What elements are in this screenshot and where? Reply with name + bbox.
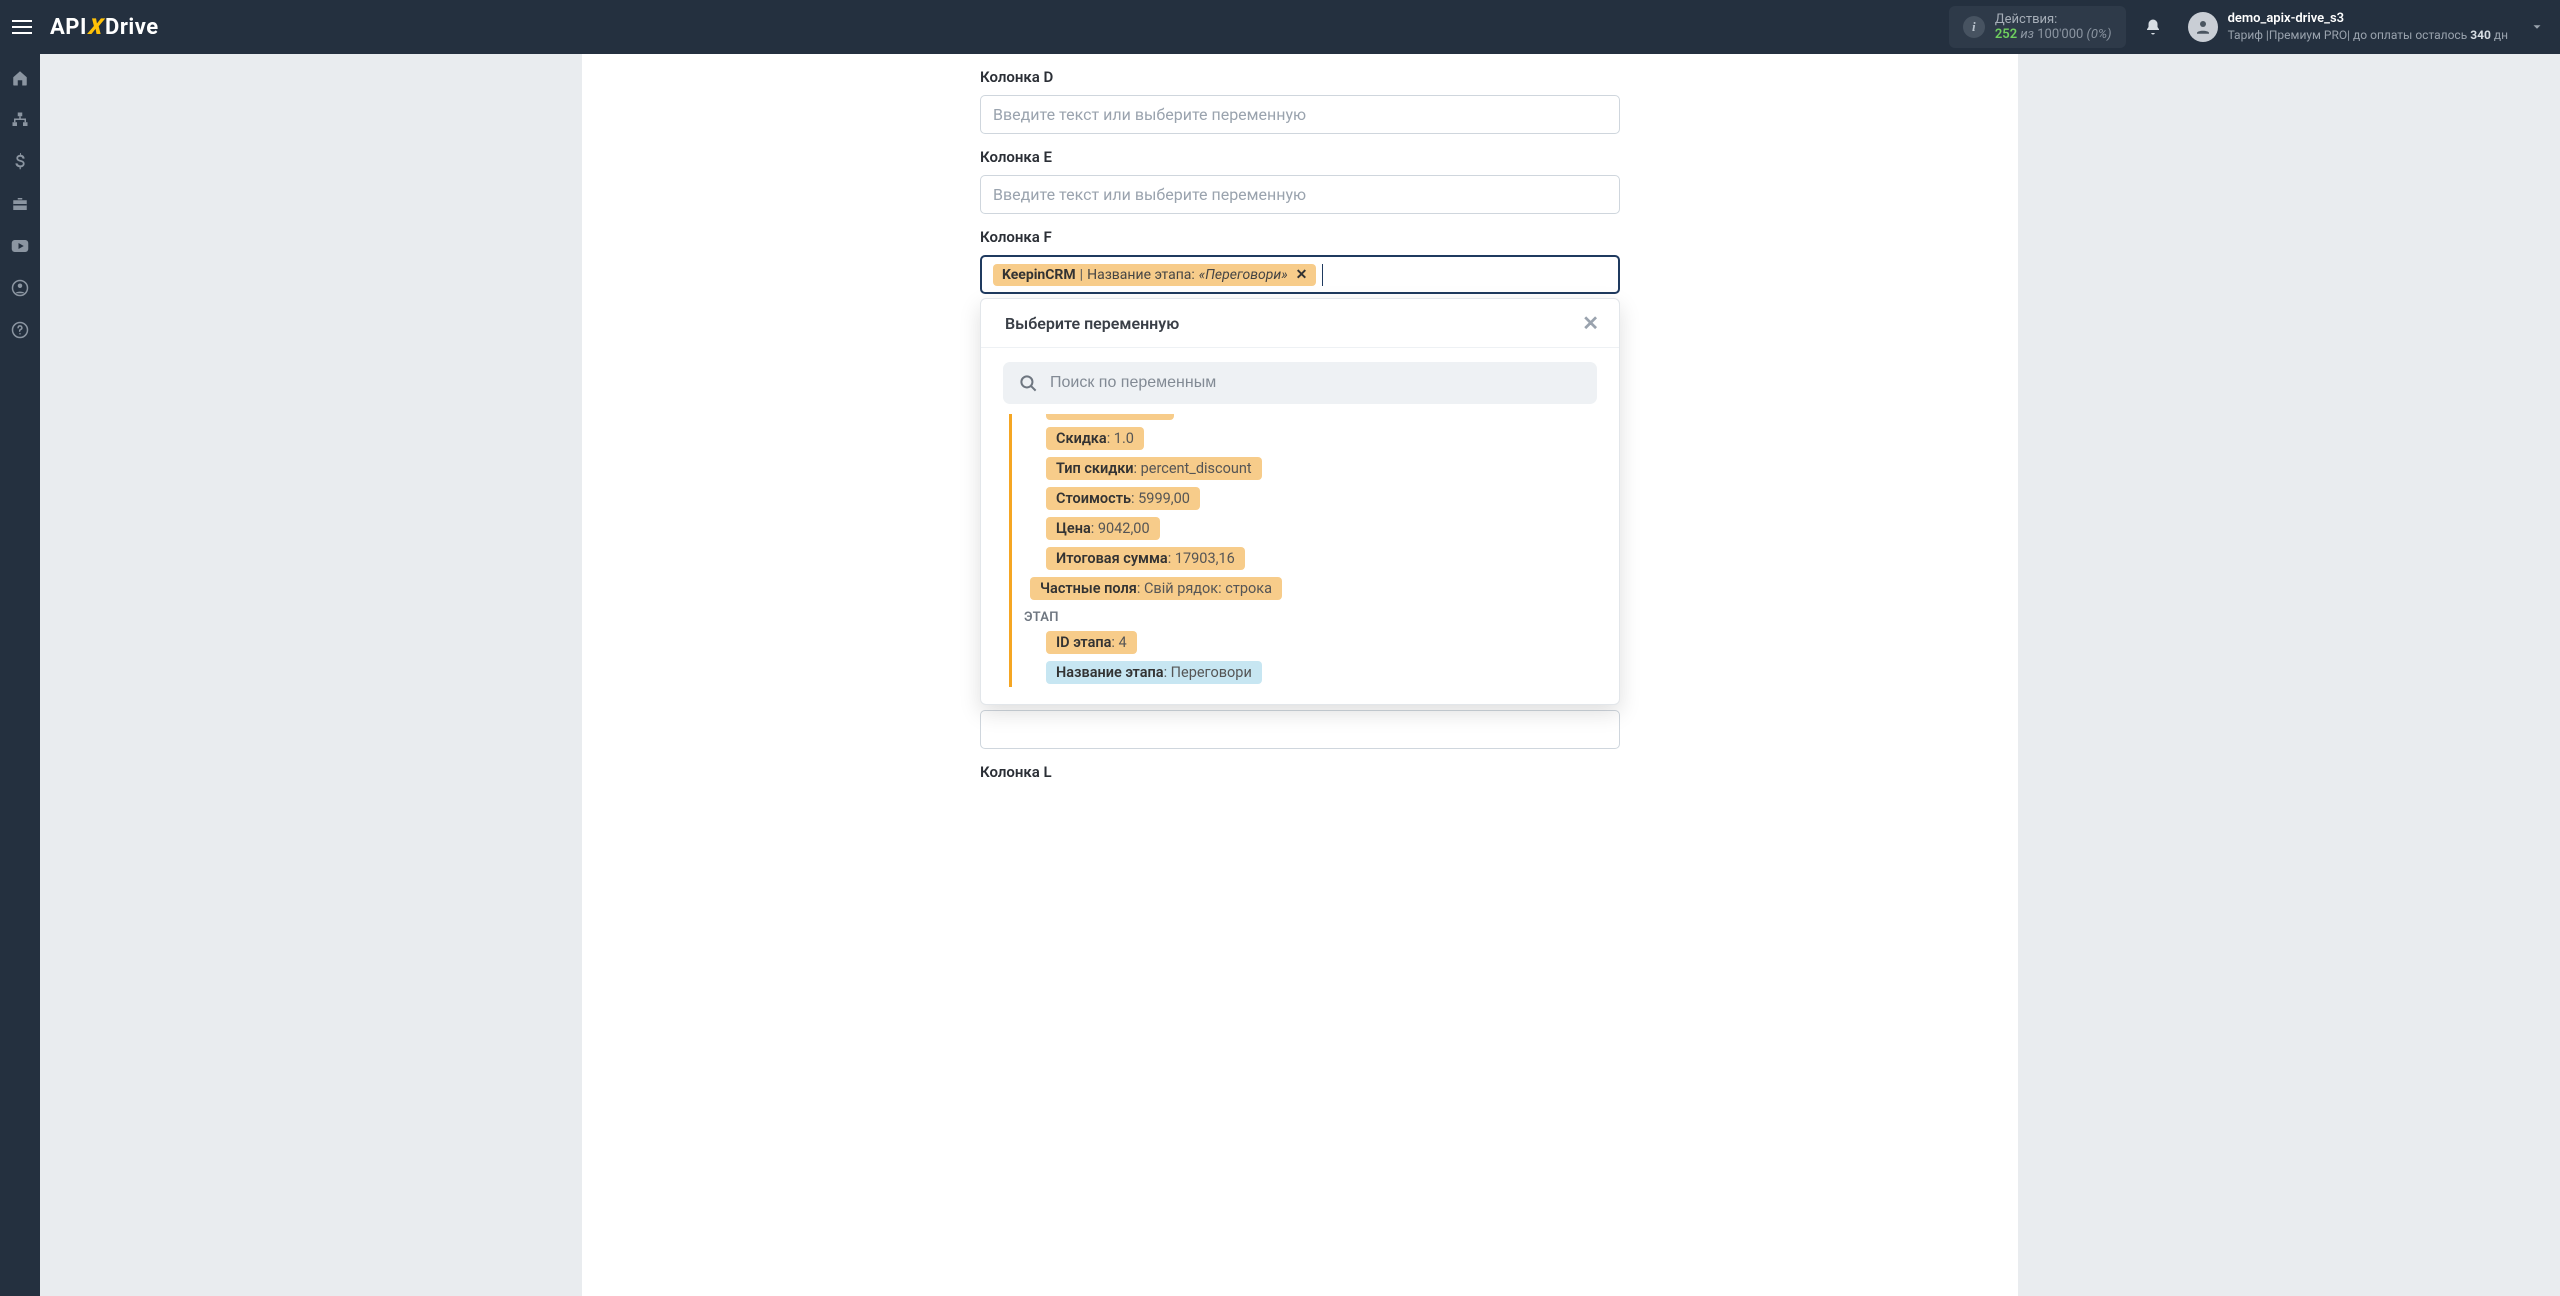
column-f-input[interactable]: KeepinCRM | Название этапа: «Переговори»… (980, 255, 1620, 294)
field-label: Колонка F (980, 228, 1620, 246)
menu-toggle-button[interactable] (8, 11, 40, 43)
variable-search-input[interactable] (1050, 374, 1581, 392)
input-placeholder: Введите текст или выберите переменную (993, 185, 1306, 204)
ghost-input: Введите текст или выберите переменную (980, 710, 1620, 749)
chevron-down-icon (2530, 20, 2544, 34)
info-icon: i (1963, 16, 1985, 38)
user-info: demo_apix-drive_s3 Тариф |Премиум PRO| д… (2228, 11, 2508, 42)
tariff-line: Тариф |Премиум PRO| до оплаты осталось 3… (2228, 28, 2508, 43)
dropdown-close-button[interactable]: ✕ (1582, 313, 1599, 333)
variable-option[interactable]: Скидка: 1.0 (1046, 427, 1144, 450)
briefcase-icon (11, 195, 29, 213)
dropdown-body[interactable]: Название: Тренажер H-001Количество: 2.0С… (981, 414, 1619, 704)
variable-option[interactable]: Стоимость: 5999,00 (1046, 487, 1200, 510)
variable-option[interactable]: Количество: 2.0 (1046, 414, 1174, 420)
user-circle-icon (11, 279, 29, 297)
variable-option[interactable]: ID этапа: 4 (1046, 631, 1137, 654)
sitemap-icon (11, 111, 29, 129)
home-icon (11, 69, 29, 87)
field-column-l: Колонка L (980, 749, 1620, 781)
form-card: Колонка D Введите текст или выберите пер… (582, 54, 2018, 1296)
chip-source: KeepinCRM (1002, 267, 1076, 283)
variable-group: Название: Тренажер H-001Количество: 2.0С… (1009, 414, 1597, 687)
variable-dropdown: Выберите переменную ✕ Название: Тренажер… (980, 298, 1620, 705)
field-column-f: Колонка F KeepinCRM | Название этапа: «П… (980, 214, 1620, 749)
logo-text-pre: API (50, 15, 87, 40)
app-logo[interactable]: APIXDrive (50, 15, 159, 40)
chip-remove-button[interactable]: ✕ (1296, 267, 1308, 283)
column-d-input[interactable]: Введите текст или выберите переменную (980, 95, 1620, 134)
youtube-icon (11, 239, 29, 253)
field-label: Колонка E (980, 148, 1620, 166)
username: demo_apix-drive_s3 (2228, 11, 2508, 27)
variable-option[interactable]: Цена: 9042,00 (1046, 517, 1160, 540)
logo-text-post: Drive (105, 15, 159, 40)
question-icon (11, 321, 29, 339)
nav-help[interactable] (0, 314, 40, 346)
input-placeholder: Введите текст или выберите переменную (993, 105, 1306, 124)
text-cursor (1322, 264, 1323, 286)
avatar-icon (2188, 12, 2218, 42)
field-column-d: Колонка D Введите текст или выберите пер… (980, 54, 1620, 134)
actions-counts: 252 из 100'000 (0%) (1995, 27, 2112, 42)
variable-section-label: ЭТАП (1020, 604, 1597, 627)
sidebar (0, 54, 40, 1296)
nav-billing[interactable] (0, 146, 40, 178)
content-area: Колонка D Введите текст или выберите пер… (40, 54, 2560, 1296)
variable-option[interactable]: Итоговая сумма: 17903,16 (1046, 547, 1245, 570)
bell-icon (2144, 18, 2162, 36)
dollar-icon (14, 153, 26, 171)
search-icon (1019, 374, 1038, 393)
variable-chip[interactable]: KeepinCRM | Название этапа: «Переговори»… (993, 264, 1316, 286)
variable-option[interactable]: Частные поля: Свій рядок: строка (1030, 577, 1282, 600)
field-label: Колонка L (980, 763, 1620, 781)
field-label: Колонка D (980, 68, 1620, 86)
user-menu[interactable]: demo_apix-drive_s3 Тариф |Премиум PRO| д… (2188, 11, 2544, 42)
dropdown-title: Выберите переменную (1005, 314, 1179, 333)
nav-home[interactable] (0, 62, 40, 94)
column-e-input[interactable]: Введите текст или выберите переменную (980, 175, 1620, 214)
variable-search[interactable] (1003, 362, 1597, 404)
nav-video[interactable] (0, 230, 40, 262)
nav-connections[interactable] (0, 104, 40, 136)
field-column-e: Колонка E Введите текст или выберите пер… (980, 134, 1620, 214)
variable-option[interactable]: Название этапа: Переговори (1046, 661, 1262, 684)
actions-label: Действия: (1995, 12, 2112, 27)
actions-counter[interactable]: i Действия: 252 из 100'000 (0%) (1949, 6, 2126, 48)
notifications-button[interactable] (2144, 18, 2174, 36)
variable-option[interactable]: Тип скидки: percent_discount (1046, 457, 1262, 480)
nav-briefcase[interactable] (0, 188, 40, 220)
topbar: APIXDrive i Действия: 252 из 100'000 (0%… (0, 0, 2560, 54)
nav-account[interactable] (0, 272, 40, 304)
logo-x-icon: X (87, 15, 105, 40)
